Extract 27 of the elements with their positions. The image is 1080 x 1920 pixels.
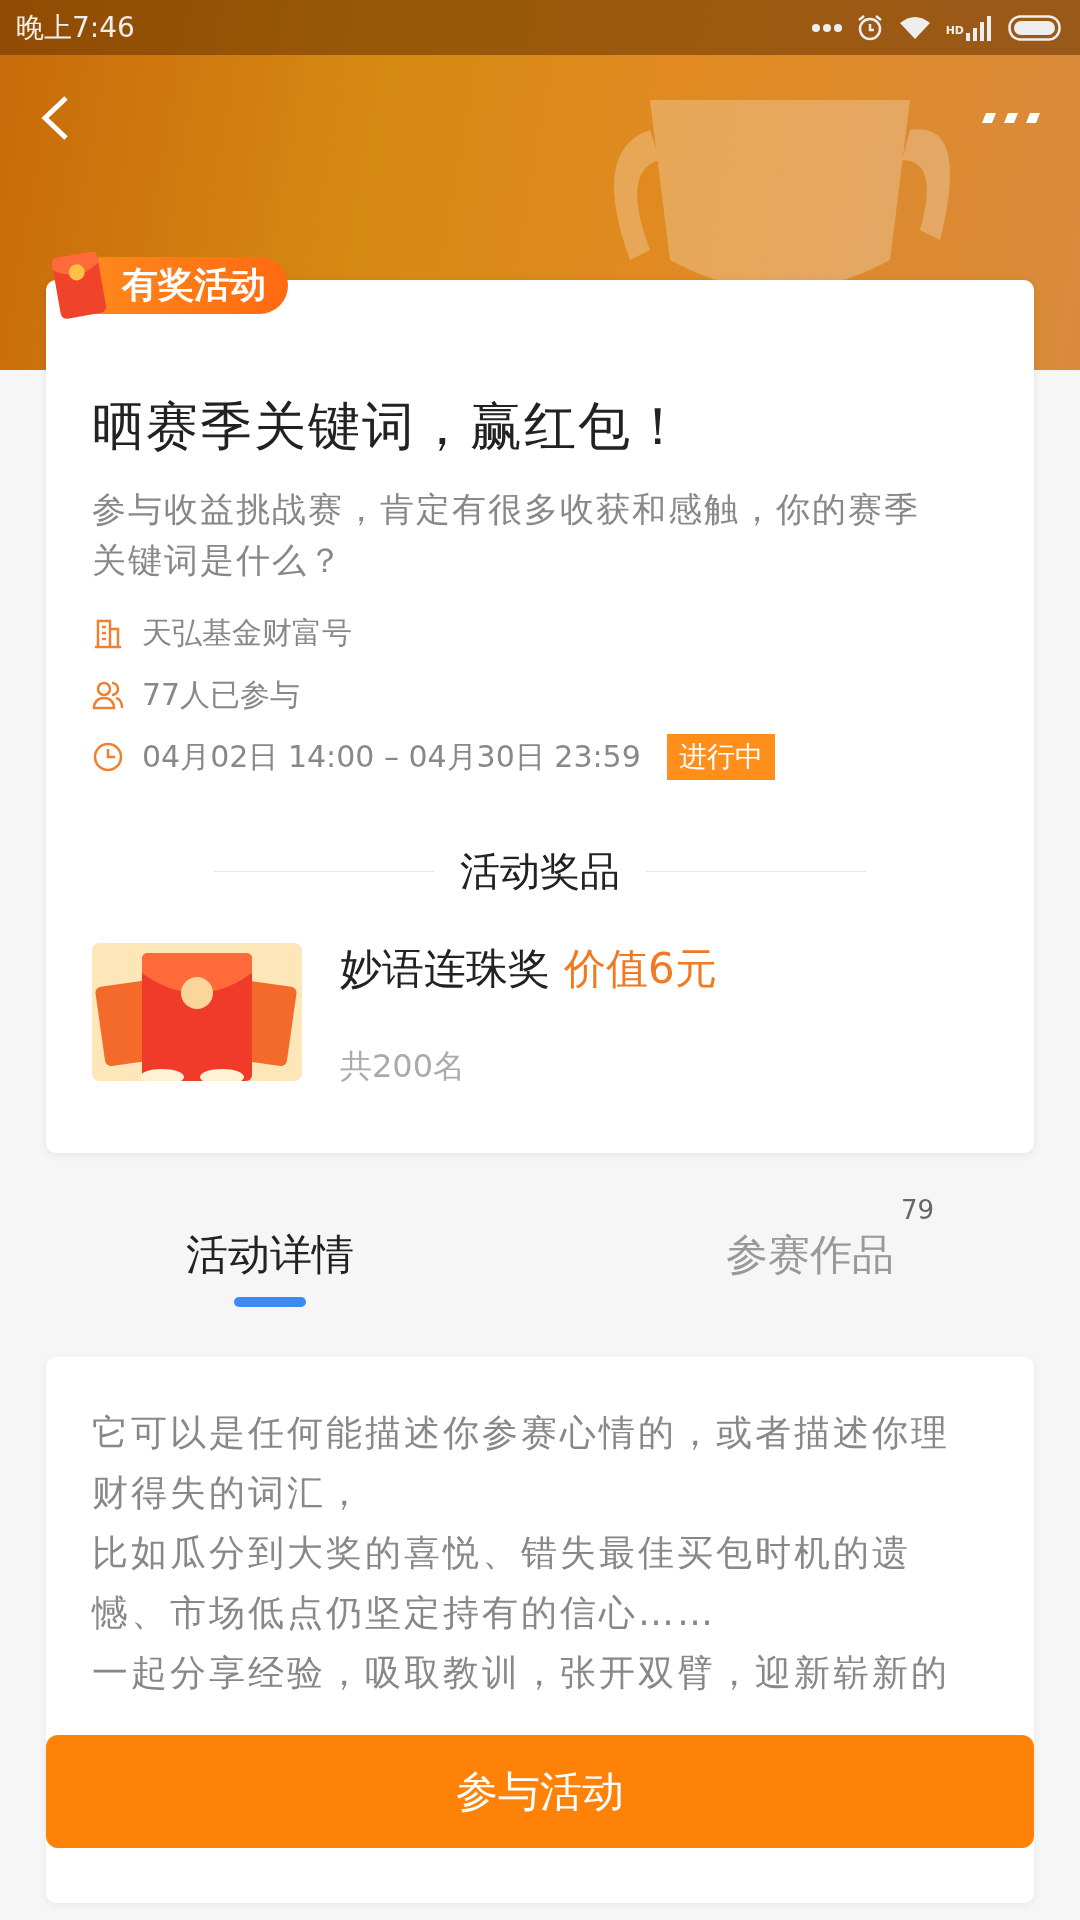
network-label: HD (945, 23, 964, 37)
signal-icon (966, 14, 994, 41)
info-text: 04月02日 14:00 – 04月30日 23:59 (142, 737, 641, 776)
info-text: 天弘基金财富号 (142, 613, 352, 652)
prize-value: 价值6元 (564, 943, 717, 995)
section-heading: 活动奖品 (460, 847, 620, 896)
detail-paragraph: 比如瓜分到大奖的喜悦、错失最佳买包时机的遗憾、市场低点仍坚定持有的信心…… (92, 1531, 912, 1635)
prize-name: 妙语连珠奖 (340, 943, 550, 995)
activity-description: 参与收益挑战赛，肯定有很多收获和感触，你的赛季关键词是什么？ (92, 488, 921, 582)
more-icon[interactable] (980, 112, 1040, 124)
clock-icon (92, 741, 124, 773)
users-icon (92, 679, 124, 711)
battery-icon (1008, 14, 1064, 41)
detail-paragraph: 它可以是任何能描述你参赛心情的，或者描述你理财得失的词汇， (92, 1411, 951, 1515)
detail-paragraph: 一起分享经验，吸取教训，张开双臂，迎新崭新的 (92, 1651, 951, 1695)
status-time: 晚上7:46 (16, 9, 136, 46)
back-icon[interactable] (40, 95, 70, 141)
entry-count: 79 (900, 1195, 934, 1225)
prize-count: 共200名 (340, 1046, 467, 1087)
status-tag: 进行中 (666, 734, 775, 780)
wifi-icon (897, 14, 932, 41)
building-icon (92, 617, 124, 649)
tab-indicator (234, 1297, 306, 1307)
activity-title: 晒赛季关键词，赢红包！ (92, 395, 687, 458)
tab[interactable]: 活动详情 (0, 1227, 540, 1335)
info-text: 77人已参与 (142, 675, 301, 714)
more-icon (811, 23, 842, 32)
